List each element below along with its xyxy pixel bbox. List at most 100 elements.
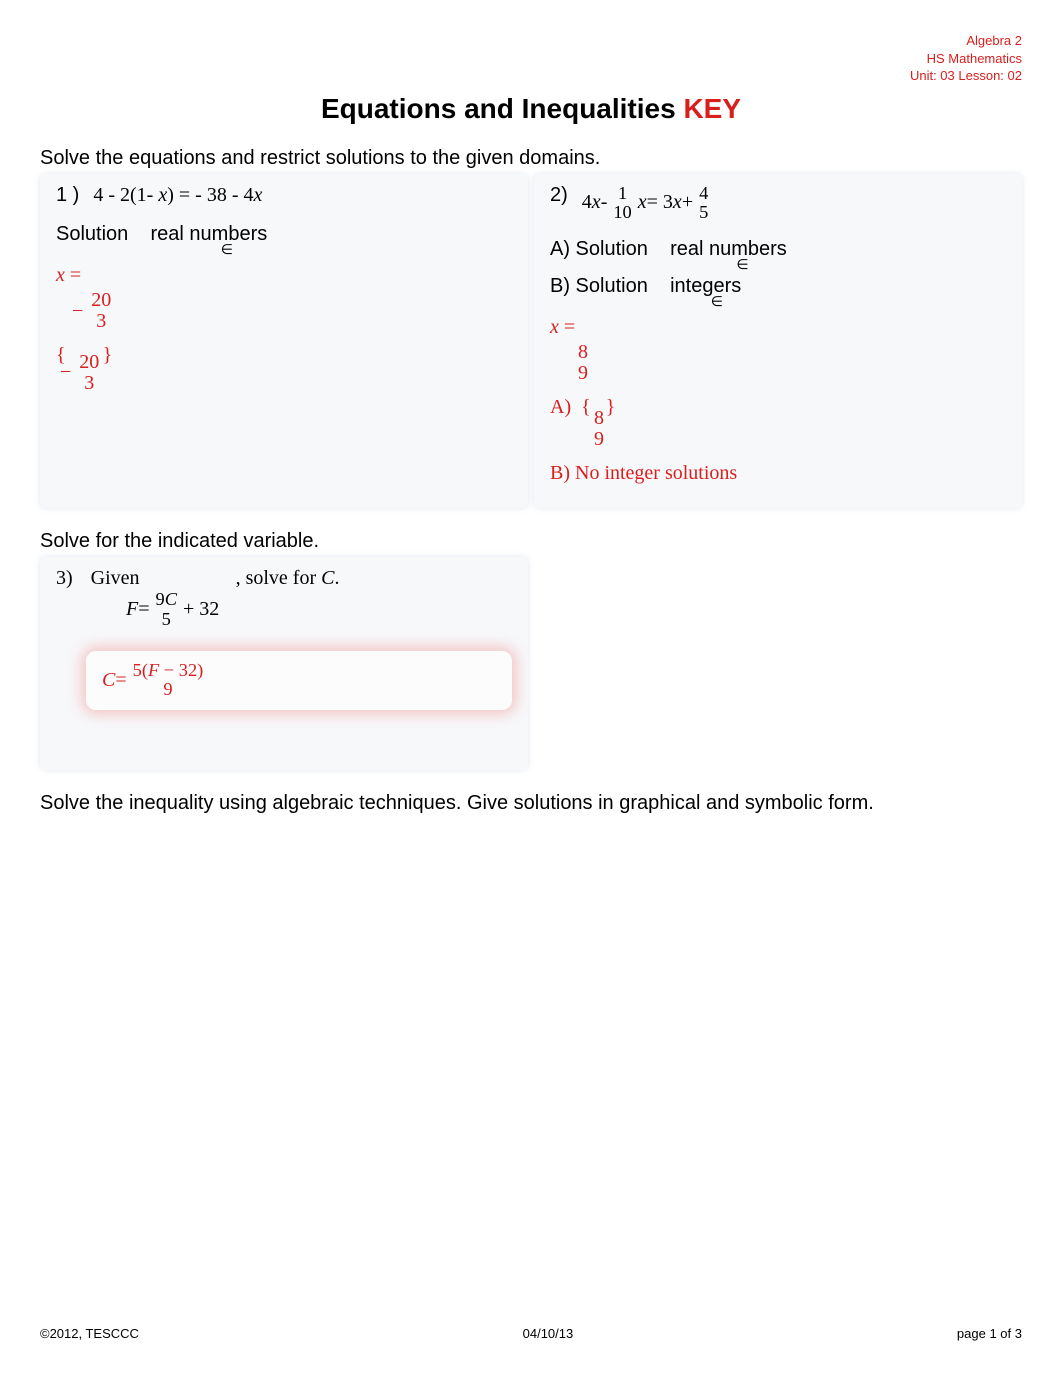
problem-2-header: 2) 4x - 1 10 x = 3x + 4 5 (550, 184, 1006, 223)
fraction-8-9: 8 9 (576, 342, 590, 384)
answer-fraction: 5(F − 32) 9 (130, 661, 207, 700)
footer-page: page 1 of 3 (957, 1326, 1022, 1341)
domain-a-value: real numbers (670, 238, 787, 260)
problem-1-equation: 4 - 2(1- x) = - 38 - 4x (93, 184, 262, 207)
numerator: 1 (615, 184, 630, 203)
eq-text: 4 - 2(1- (93, 184, 158, 206)
domain-a-label: A) Solution (550, 238, 648, 260)
var-x: x (592, 191, 601, 214)
var-C: C (102, 669, 115, 692)
solve-for-text: , solve for (236, 567, 322, 589)
numerator: 20 (89, 290, 113, 311)
var-x: x (673, 191, 682, 214)
equals-3: = 3 (647, 191, 673, 214)
numerator: 8 (592, 408, 606, 429)
subject-name: HS Mathematics (40, 50, 1022, 68)
equals: = (559, 316, 575, 338)
section3-instruction: Solve the inequality using algebraic tec… (40, 792, 1022, 815)
section1-instruction: Solve the equations and restrict solutio… (40, 147, 1022, 170)
denominator: 5 (696, 203, 711, 222)
element-of-symbol: ∈ (221, 241, 233, 258)
minus-32-close: − 32) (159, 660, 203, 680)
problem-3-number: 3) (56, 567, 73, 590)
problems-row-1: 1 ) 4 - 2(1- x) = - 38 - 4x Solution rea… (40, 174, 1022, 509)
footer-copyright: ©2012, TESCCC (40, 1326, 139, 1341)
denominator: 9 (160, 680, 175, 699)
fraction: 20 3 (77, 352, 101, 394)
var-x: x (253, 184, 262, 206)
fraction-1-10: 1 10 (610, 184, 634, 223)
problem-3-formula: F = 9C 5 + 32 (126, 590, 512, 629)
brace-open: { (581, 396, 591, 418)
numerator: 4 (696, 184, 711, 203)
problem-2: 2) 4x - 1 10 x = 3x + 4 5 A) Solution re… (534, 174, 1022, 509)
denominator: 3 (94, 311, 108, 332)
numerator: 5(F − 32) (130, 661, 207, 680)
page-title: Equations and Inequalities KEY (40, 93, 1022, 125)
eq-text: ) = - 38 - 4 (167, 184, 253, 206)
var-x: x (158, 184, 167, 206)
problem-2-number: 2) (550, 184, 568, 207)
var-F: F (126, 598, 138, 621)
var-x: x (550, 316, 559, 338)
var-C: C (165, 589, 177, 609)
equals: = (138, 598, 149, 621)
problem-1: 1 ) 4 - 2(1- x) = - 38 - 4x Solution rea… (40, 174, 528, 509)
header-metadata: Algebra 2 HS Mathematics Unit: 03 Lesson… (40, 32, 1022, 85)
fraction-4-5: 4 5 (696, 184, 711, 223)
numerator: 20 (77, 352, 101, 373)
problem-1-header: 1 ) 4 - 2(1- x) = - 38 - 4x (56, 184, 512, 207)
coef: 4 (582, 191, 592, 214)
element-of-symbol: ∈ (711, 293, 723, 310)
unit-lesson: Unit: 03 Lesson: 02 (40, 67, 1022, 85)
answer-b: B) No integer solutions (550, 458, 1006, 488)
denominator: 10 (610, 203, 634, 222)
neg-sign: − (72, 296, 83, 326)
course-name: Algebra 2 (40, 32, 1022, 50)
domain-b-value: integers (670, 275, 741, 297)
problem-1-number: 1 ) (56, 184, 79, 207)
problem-3: 3) Given , solve for C. F = 9C 5 + 32 C … (40, 557, 528, 769)
problem-2-domain-b: B) Solution integers ∈ (550, 275, 1006, 298)
brace-close: } (103, 340, 113, 370)
domain-b-label: B) Solution (550, 275, 648, 297)
fraction-8-9: 8 9 (592, 408, 606, 450)
domain-value: real numbers (151, 223, 268, 245)
plus: + (682, 191, 693, 214)
page-footer: ©2012, TESCCC 04/10/13 page 1 of 3 (40, 1326, 1022, 1341)
problem-1-answer: x = − 20 3 { } − 20 3 (56, 260, 512, 394)
domain-label: Solution (56, 223, 128, 245)
answer-a: A) { } 8 9 (550, 392, 1006, 450)
given-label: Given (91, 567, 140, 590)
problem-2-domain-a: A) Solution real numbers ∈ (550, 238, 1006, 261)
problem-2-equation: 4x - 1 10 x = 3x + 4 5 (582, 184, 715, 223)
title-key: KEY (683, 93, 741, 124)
var-C: C (321, 567, 334, 589)
title-main: Equations and Inequalities (321, 93, 676, 124)
problem-3-answer: C = 5(F − 32) 9 (86, 651, 512, 710)
plus-32: + 32 (183, 598, 219, 621)
equals: = (115, 669, 126, 692)
nine: 9 (156, 589, 165, 609)
numerator: 8 (576, 342, 590, 363)
minus: - (601, 191, 608, 214)
neg-sign: − (60, 361, 71, 384)
denominator: 5 (159, 610, 174, 629)
problem-1-domain: Solution real numbers ∈ (56, 223, 512, 246)
fraction-9c-5: 9C 5 (153, 590, 180, 629)
period: . (334, 567, 339, 589)
problem-2-answer: x = 8 9 A) { } 8 9 B) No (550, 312, 1006, 488)
denominator: 3 (82, 373, 96, 394)
problem-3-header: 3) Given , solve for C. (56, 567, 512, 590)
var-F: F (148, 660, 159, 680)
denominator: 9 (592, 429, 606, 450)
element-of-symbol: ∈ (736, 256, 748, 273)
five-open: 5( (133, 660, 148, 680)
fraction: 20 3 (89, 290, 113, 332)
problems-row-2: 3) Given , solve for C. F = 9C 5 + 32 C … (40, 557, 1022, 769)
section2-instruction: Solve for the indicated variable. (40, 530, 1022, 553)
var-x: x (638, 191, 647, 214)
label-a: A) (550, 396, 571, 418)
equals: = (65, 264, 81, 286)
var-x: x (56, 264, 65, 286)
